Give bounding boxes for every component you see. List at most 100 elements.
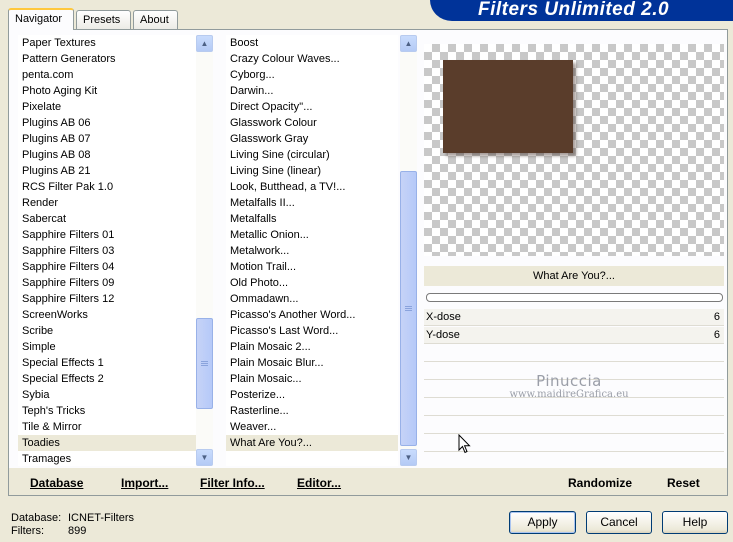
list-item[interactable]: Photo Aging Kit xyxy=(18,83,198,99)
list-item[interactable]: Look, Butthead, a TV!... xyxy=(226,179,398,195)
list-item[interactable]: Plugins AB 08 xyxy=(18,147,198,163)
empty-control-row xyxy=(424,417,724,434)
control-label: Y-dose xyxy=(426,329,460,341)
list-item[interactable]: Living Sine (circular) xyxy=(226,147,398,163)
list-item[interactable]: Rasterline... xyxy=(226,403,398,419)
reset-button[interactable]: Reset xyxy=(667,476,700,490)
list-item[interactable]: Picasso's Another Word... xyxy=(226,307,398,323)
list-item[interactable]: Cyborg... xyxy=(226,67,398,83)
list-item[interactable]: Motion Trail... xyxy=(226,259,398,275)
import-button[interactable]: Import... xyxy=(121,476,168,490)
list-item[interactable]: Metalwork... xyxy=(226,243,398,259)
watermark-name: Pinuccia xyxy=(536,372,602,390)
list-item[interactable]: Tramages xyxy=(18,451,198,466)
slider-x-dose[interactable]: X-dose 6 xyxy=(424,309,724,326)
list-item[interactable]: Darwin... xyxy=(226,83,398,99)
editor-button[interactable]: Editor... xyxy=(297,476,341,490)
list-item[interactable]: Ommadawn... xyxy=(226,291,398,307)
list-item[interactable]: Sapphire Filters 09 xyxy=(18,275,198,291)
help-button[interactable]: Help xyxy=(662,511,728,534)
list-item[interactable]: Metalfalls xyxy=(226,211,398,227)
banner-title: Filters Unlimited 2.0 xyxy=(478,0,670,20)
mouse-cursor-icon xyxy=(458,434,471,454)
slider-y-dose[interactable]: Y-dose 6 xyxy=(424,327,724,344)
scroll-thumb[interactable] xyxy=(400,171,417,446)
tab-presets[interactable]: Presets xyxy=(76,10,131,29)
status-info: Database: ICNET-Filters Filters: 899 xyxy=(11,512,134,538)
randomize-button[interactable]: Randomize xyxy=(568,476,632,490)
list-item[interactable]: Plugins AB 06 xyxy=(18,115,198,131)
database-label: Database: xyxy=(11,512,62,524)
list-item[interactable]: Direct Opacity''... xyxy=(226,99,398,115)
control-label: X-dose xyxy=(426,311,461,323)
list-item[interactable]: Glasswork Gray xyxy=(226,131,398,147)
list-item[interactable]: Toadies xyxy=(18,435,198,451)
list-item[interactable]: Plain Mosaic 2... xyxy=(226,339,398,355)
list-item[interactable]: Plain Mosaic Blur... xyxy=(226,355,398,371)
preview-canvas xyxy=(424,44,724,256)
list-item[interactable]: Sapphire Filters 12 xyxy=(18,291,198,307)
tab-navigator[interactable]: Navigator xyxy=(8,8,74,30)
list-item[interactable]: ScreenWorks xyxy=(18,307,198,323)
list-item[interactable]: Metallic Onion... xyxy=(226,227,398,243)
filters-count-value: 899 xyxy=(68,525,87,537)
list-item[interactable]: RCS Filter Pak 1.0 xyxy=(18,179,198,195)
list-item[interactable]: Plain Mosaic... xyxy=(226,371,398,387)
list-item[interactable]: Glasswork Colour xyxy=(226,115,398,131)
tab-about[interactable]: About xyxy=(133,10,178,29)
control-value: 6 xyxy=(713,329,720,341)
list-item[interactable]: Render xyxy=(18,195,198,211)
list-item[interactable]: Metalfalls II... xyxy=(226,195,398,211)
selected-filter-name: What Are You?... xyxy=(424,266,724,286)
preview-image xyxy=(443,60,573,153)
list-item[interactable]: Plugins AB 07 xyxy=(18,131,198,147)
list-item[interactable]: Plugins AB 21 xyxy=(18,163,198,179)
scroll-down-icon[interactable]: ▼ xyxy=(196,449,213,466)
scroll-up-icon[interactable]: ▲ xyxy=(196,35,213,52)
list-item[interactable]: What Are You?... xyxy=(226,435,398,451)
list-item[interactable]: Simple xyxy=(18,339,198,355)
title-banner: Filters Unlimited 2.0 xyxy=(430,0,733,21)
watermark-url: www.maidireGrafica.eu xyxy=(509,389,629,400)
filters-count-label: Filters: xyxy=(11,525,44,537)
database-value: ICNET-Filters xyxy=(68,512,134,524)
filter-scrollbar[interactable]: ▲ ▼ xyxy=(400,35,417,466)
control-value: 6 xyxy=(713,311,720,323)
list-item[interactable]: Teph's Tricks xyxy=(18,403,198,419)
empty-control-row xyxy=(424,399,724,416)
list-item[interactable]: Posterize... xyxy=(226,387,398,403)
list-item[interactable]: Sapphire Filters 04 xyxy=(18,259,198,275)
list-item[interactable]: Scribe xyxy=(18,323,198,339)
list-item[interactable]: Pattern Generators xyxy=(18,51,198,67)
list-item[interactable]: Sabercat xyxy=(18,211,198,227)
list-item[interactable]: Picasso's Last Word... xyxy=(226,323,398,339)
filter-list[interactable]: Boost Crazy Colour Waves... Cyborg... Darwi… xyxy=(226,35,398,466)
apply-button[interactable]: Apply xyxy=(509,511,576,534)
list-item[interactable]: Tile & Mirror xyxy=(18,419,198,435)
empty-control-row xyxy=(424,345,724,362)
category-list[interactable]: Paper Textures Pattern Generators penta.co… xyxy=(18,35,198,466)
list-item[interactable]: Sapphire Filters 03 xyxy=(18,243,198,259)
list-item[interactable]: Paper Textures xyxy=(18,35,198,51)
list-item[interactable]: Special Effects 2 xyxy=(18,371,198,387)
list-item[interactable]: Sybia xyxy=(18,387,198,403)
list-item[interactable]: Pixelate xyxy=(18,99,198,115)
list-item[interactable]: penta.com xyxy=(18,67,198,83)
scroll-down-icon[interactable]: ▼ xyxy=(400,449,417,466)
filter-info-button[interactable]: Filter Info... xyxy=(200,476,265,490)
list-item[interactable]: Sapphire Filters 01 xyxy=(18,227,198,243)
list-item[interactable]: Special Effects 1 xyxy=(18,355,198,371)
list-item[interactable]: Boost xyxy=(226,35,398,51)
list-item[interactable]: Old Photo... xyxy=(226,275,398,291)
cancel-button[interactable]: Cancel xyxy=(586,511,652,534)
scroll-up-icon[interactable]: ▲ xyxy=(400,35,417,52)
list-item[interactable]: Crazy Colour Waves... xyxy=(226,51,398,67)
filter-progress-bar xyxy=(426,293,723,302)
scroll-thumb[interactable] xyxy=(196,318,213,409)
database-button[interactable]: Database xyxy=(30,476,83,490)
navigator-panel: Paper Textures Pattern Generators penta.co… xyxy=(8,29,728,496)
list-item[interactable]: Weaver... xyxy=(226,419,398,435)
watermark: Pinuccia www.maidireGrafica.eu xyxy=(499,372,639,400)
category-scrollbar[interactable]: ▲ ▼ xyxy=(196,35,213,466)
list-item[interactable]: Living Sine (linear) xyxy=(226,163,398,179)
